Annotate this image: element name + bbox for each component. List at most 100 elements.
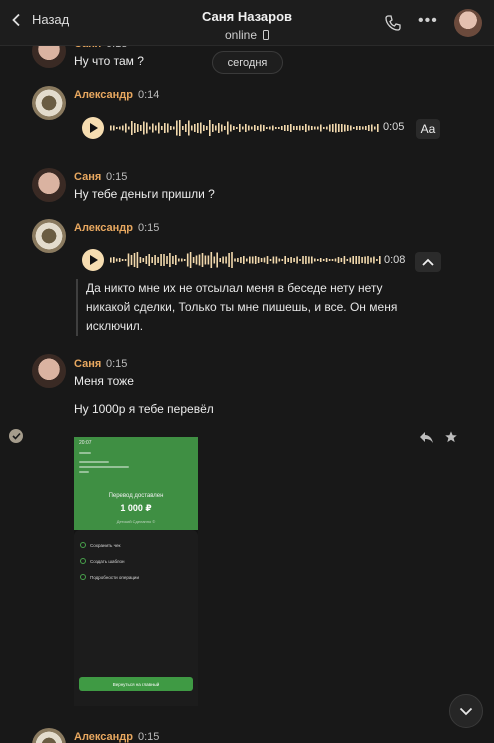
transcribe-button[interactable]: Aa bbox=[416, 119, 440, 139]
receipt-button: Вернуться на главный bbox=[79, 677, 193, 691]
waveform-bar bbox=[263, 257, 266, 263]
phone-icon[interactable] bbox=[384, 14, 402, 32]
waveform-bar bbox=[222, 256, 224, 264]
waveform-bar bbox=[346, 259, 349, 261]
waveform-bar bbox=[116, 127, 118, 129]
waveform-bar bbox=[293, 258, 295, 262]
waveform-bar bbox=[219, 258, 221, 262]
waveform-bar bbox=[358, 256, 360, 264]
star-icon[interactable] bbox=[443, 430, 459, 444]
waveform-bar bbox=[207, 255, 210, 265]
waveform-bar bbox=[371, 124, 373, 132]
avatar[interactable] bbox=[32, 219, 66, 253]
waveform-bar bbox=[148, 254, 150, 266]
play-button[interactable] bbox=[82, 249, 104, 271]
collapse-transcript-button[interactable] bbox=[415, 252, 441, 272]
waveform-bar bbox=[350, 125, 352, 131]
avatar[interactable] bbox=[32, 86, 66, 120]
waveform-bar bbox=[113, 125, 115, 131]
waveform-bar bbox=[352, 256, 354, 264]
contact-avatar[interactable] bbox=[454, 9, 482, 37]
waveform-bar bbox=[347, 125, 349, 131]
waveform-bar bbox=[161, 126, 163, 130]
waveform-bar bbox=[113, 257, 115, 263]
waveform-bar bbox=[164, 123, 166, 133]
receipt-line bbox=[79, 466, 129, 468]
waveform-bar bbox=[251, 126, 253, 130]
avatar[interactable] bbox=[32, 354, 66, 388]
receipt-row-icon bbox=[80, 558, 86, 564]
back-button[interactable]: Назад bbox=[10, 12, 69, 27]
waveform-bar bbox=[146, 122, 148, 134]
waveform-bar bbox=[364, 256, 366, 264]
waveform-bar bbox=[130, 255, 133, 265]
message-list: Саня 0:13 Ну что там ? сегодня Александр… bbox=[0, 0, 494, 743]
waveform-bar bbox=[203, 125, 205, 131]
waveform-bar bbox=[320, 124, 322, 132]
waveform-bar bbox=[224, 126, 226, 130]
waveform-bar bbox=[237, 258, 239, 262]
waveform-bar bbox=[326, 126, 328, 130]
waveform-bar bbox=[322, 259, 325, 261]
status-text: online bbox=[224, 28, 258, 42]
waveform-bar bbox=[311, 126, 313, 130]
waveform-bar bbox=[341, 124, 343, 132]
voice-message bbox=[82, 249, 104, 271]
waveform-bar bbox=[278, 127, 280, 129]
message-text: Ну тебе деньги пришли ? bbox=[74, 187, 215, 201]
image-attachment[interactable]: 20:07 Перевод доставлен 1 000 ₽ Детский … bbox=[74, 437, 198, 706]
waveform-bar bbox=[192, 257, 195, 263]
waveform-bar bbox=[119, 126, 121, 130]
waveform-bar bbox=[191, 125, 193, 131]
waveform-bar bbox=[323, 127, 325, 129]
voice-message bbox=[82, 117, 104, 139]
waveform-bar bbox=[149, 126, 151, 130]
waveform-bar bbox=[317, 126, 319, 130]
waveform-bar bbox=[373, 256, 375, 264]
waveform-bar bbox=[166, 256, 168, 264]
waveform-bar bbox=[152, 123, 154, 133]
waveform-bar bbox=[361, 257, 363, 263]
message-text: Меня тоже bbox=[74, 374, 134, 388]
waveform-bar bbox=[204, 255, 207, 265]
waveform-bar bbox=[182, 126, 184, 130]
voice-waveform[interactable] bbox=[110, 249, 382, 271]
avatar[interactable] bbox=[32, 728, 66, 743]
waveform-bar bbox=[338, 124, 340, 132]
waveform-bar bbox=[340, 258, 343, 262]
receipt-row: Создать шаблон bbox=[80, 558, 125, 564]
receipt-line bbox=[79, 461, 109, 463]
receipt-row: Сохранить чек bbox=[80, 542, 120, 548]
waveform-bar bbox=[118, 258, 121, 262]
waveform-bar bbox=[151, 257, 153, 263]
scroll-down-button[interactable] bbox=[449, 694, 483, 728]
receipt-row-icon bbox=[80, 542, 86, 548]
waveform-bar bbox=[260, 258, 263, 262]
waveform-bar bbox=[331, 259, 334, 261]
more-icon[interactable]: ••• bbox=[418, 12, 437, 30]
avatar[interactable] bbox=[32, 168, 66, 202]
waveform-bar bbox=[370, 257, 372, 263]
receipt-status-time: 20:07 bbox=[79, 440, 92, 446]
waveform-bar bbox=[236, 127, 238, 129]
waveform-bar bbox=[145, 256, 148, 264]
waveform-bar bbox=[275, 256, 278, 264]
author-name: Александр bbox=[74, 89, 133, 101]
waveform-bar bbox=[281, 259, 284, 261]
reply-icon[interactable] bbox=[418, 430, 434, 444]
waveform-bar bbox=[257, 126, 259, 130]
voice-waveform[interactable] bbox=[110, 117, 380, 139]
waveform-bar bbox=[186, 253, 189, 267]
waveform-bar bbox=[376, 259, 378, 261]
waveform-bar bbox=[172, 256, 174, 264]
waveform-bar bbox=[221, 124, 223, 132]
waveform-bar bbox=[305, 256, 307, 264]
receipt-row-label: Создать шаблон bbox=[90, 558, 125, 564]
waveform-bar bbox=[317, 259, 319, 261]
waveform-bar bbox=[169, 253, 171, 267]
play-button[interactable] bbox=[82, 117, 104, 139]
waveform-bar bbox=[251, 256, 254, 264]
waveform-bar bbox=[269, 259, 272, 261]
waveform-bar bbox=[216, 252, 218, 268]
waveform-bar bbox=[136, 252, 139, 268]
